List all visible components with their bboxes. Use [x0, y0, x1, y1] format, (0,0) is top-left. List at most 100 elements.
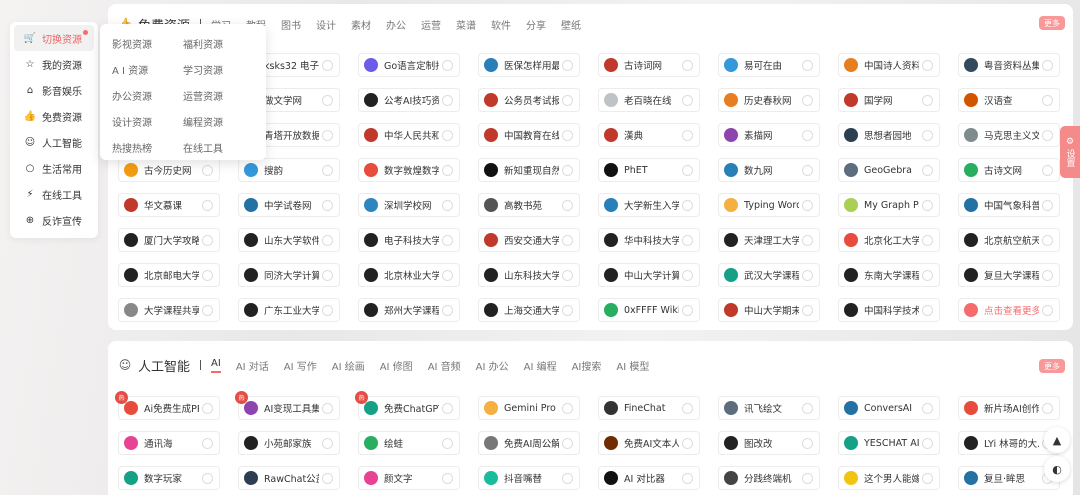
arrow-right-icon[interactable]: [442, 59, 453, 71]
arrow-right-icon[interactable]: [1042, 269, 1053, 281]
arrow-right-icon[interactable]: [202, 437, 213, 449]
arrow-right-icon[interactable]: [1042, 402, 1053, 414]
resource-card[interactable]: 思想者园地: [838, 123, 940, 147]
arrow-right-icon[interactable]: [802, 269, 813, 281]
resource-card[interactable]: 点击查看更多: [958, 298, 1060, 322]
tab-ai-7[interactable]: AI 办公: [476, 358, 509, 373]
arrow-right-icon[interactable]: [802, 164, 813, 176]
dropdown-item[interactable]: 办公资源: [112, 88, 183, 103]
arrow-right-icon[interactable]: [802, 129, 813, 141]
resource-card[interactable]: PhET: [598, 158, 700, 182]
resource-card[interactable]: 大学新生入学...: [598, 193, 700, 217]
arrow-right-icon[interactable]: [562, 164, 573, 176]
arrow-right-icon[interactable]: [442, 402, 453, 414]
arrow-right-icon[interactable]: [322, 402, 333, 414]
resource-card[interactable]: 漢典: [598, 123, 700, 147]
arrow-right-icon[interactable]: [442, 94, 453, 106]
resource-card[interactable]: 抖音嘴替: [478, 466, 580, 490]
theme-toggle-button[interactable]: ◐: [1044, 456, 1070, 482]
sidebar-item-8[interactable]: ⊕ 反诈宣传: [14, 207, 94, 233]
sidebar-item-1[interactable]: 🛒 切换资源: [14, 25, 94, 51]
arrow-right-icon[interactable]: [1042, 94, 1053, 106]
tab-free-10[interactable]: 分享: [526, 17, 546, 32]
resource-card[interactable]: 医保怎样用最...: [478, 53, 580, 77]
resource-card[interactable]: 天津理工大学...: [718, 228, 820, 252]
arrow-right-icon[interactable]: [682, 402, 693, 414]
arrow-right-icon[interactable]: [682, 164, 693, 176]
dropdown-item[interactable]: 运营资源: [183, 88, 254, 103]
dropdown-item[interactable]: 编程资源: [183, 114, 254, 129]
tab-free-11[interactable]: 壁纸: [561, 17, 581, 32]
resource-card[interactable]: 高教书苑: [478, 193, 580, 217]
arrow-right-icon[interactable]: [922, 129, 933, 141]
sidebar-item-6[interactable]: ○ 生活常用: [14, 155, 94, 181]
resource-card[interactable]: 中华人民共和...: [358, 123, 460, 147]
arrow-right-icon[interactable]: [922, 304, 933, 316]
arrow-right-icon[interactable]: [202, 402, 213, 414]
resource-card[interactable]: 复旦大学课程...: [958, 263, 1060, 287]
resource-card[interactable]: AI 对比器: [598, 466, 700, 490]
tab-free-5[interactable]: 素材: [351, 17, 371, 32]
tab-ai-3[interactable]: AI 写作: [284, 358, 317, 373]
resource-card[interactable]: 武汉大学课程...: [718, 263, 820, 287]
arrow-right-icon[interactable]: [202, 472, 213, 484]
arrow-right-icon[interactable]: [1042, 199, 1053, 211]
resource-card[interactable]: My Graph Paper: [838, 193, 940, 217]
resource-card[interactable]: 中山大学期末...: [718, 298, 820, 322]
resource-card[interactable]: 分践终端机: [718, 466, 820, 490]
resource-card[interactable]: 北京化工大学...: [838, 228, 940, 252]
resource-card[interactable]: 大学课程共享...: [118, 298, 220, 322]
resource-card[interactable]: 粤音资料丛集: [958, 53, 1060, 77]
arrow-right-icon[interactable]: [922, 472, 933, 484]
resource-card[interactable]: 山东大学软件...: [238, 228, 340, 252]
resource-card[interactable]: FineChat: [598, 396, 700, 420]
arrow-right-icon[interactable]: [802, 304, 813, 316]
resource-card[interactable]: 中国气象科普网: [958, 193, 1060, 217]
resource-card[interactable]: 免费AI文本人...: [598, 431, 700, 455]
tab-free-6[interactable]: 办公: [386, 17, 406, 32]
arrow-right-icon[interactable]: [682, 199, 693, 211]
ai-more-button[interactable]: 更多: [1039, 359, 1065, 373]
arrow-right-icon[interactable]: [1042, 164, 1053, 176]
dropdown-item[interactable]: 热搜热榜: [112, 140, 183, 155]
tab-free-9[interactable]: 软件: [491, 17, 511, 32]
resource-card[interactable]: Ai免费生成PPT 热: [115, 391, 220, 420]
arrow-right-icon[interactable]: [562, 94, 573, 106]
arrow-right-icon[interactable]: [562, 472, 573, 484]
free-more-button[interactable]: 更多: [1039, 16, 1065, 30]
arrow-right-icon[interactable]: [562, 437, 573, 449]
arrow-right-icon[interactable]: [1042, 234, 1053, 246]
tab-ai-1[interactable]: AI: [211, 358, 221, 373]
arrow-right-icon[interactable]: [922, 402, 933, 414]
resource-card[interactable]: 华中科技大学 ...: [598, 228, 700, 252]
resource-card[interactable]: 厦门大学攻略...: [118, 228, 220, 252]
tab-free-8[interactable]: 菜谱: [456, 17, 476, 32]
arrow-right-icon[interactable]: [322, 164, 333, 176]
arrow-right-icon[interactable]: [922, 269, 933, 281]
arrow-right-icon[interactable]: [922, 234, 933, 246]
resource-card[interactable]: 国学网: [838, 88, 940, 112]
resource-card[interactable]: 老百晓在线: [598, 88, 700, 112]
scroll-top-button[interactable]: ▲: [1044, 427, 1070, 453]
arrow-right-icon[interactable]: [562, 304, 573, 316]
sidebar-item-2[interactable]: ☆ 我的资源: [14, 51, 94, 77]
arrow-right-icon[interactable]: [442, 234, 453, 246]
tab-free-3[interactable]: 图书: [281, 17, 301, 32]
tab-ai-2[interactable]: AI 对话: [236, 358, 269, 373]
resource-card[interactable]: 免费ChatGPT 热: [355, 391, 460, 420]
arrow-right-icon[interactable]: [802, 59, 813, 71]
arrow-right-icon[interactable]: [442, 199, 453, 211]
dropdown-item[interactable]: A I 资源: [112, 62, 183, 77]
resource-card[interactable]: 新知重现自然: [478, 158, 580, 182]
arrow-right-icon[interactable]: [322, 59, 333, 71]
tab-ai-5[interactable]: AI 修图: [380, 358, 413, 373]
resource-card[interactable]: 中国诗人资料馆: [838, 53, 940, 77]
dropdown-item[interactable]: 学习资源: [183, 62, 254, 77]
resource-card[interactable]: 北京林业大学...: [358, 263, 460, 287]
resource-card[interactable]: 讯飞绘文: [718, 396, 820, 420]
arrow-right-icon[interactable]: [442, 437, 453, 449]
arrow-right-icon[interactable]: [922, 94, 933, 106]
resource-card[interactable]: 古诗文网: [958, 158, 1060, 182]
resource-card[interactable]: Gemini Pro Ch...: [478, 396, 580, 420]
resource-card[interactable]: RawChat公益...: [238, 466, 340, 490]
